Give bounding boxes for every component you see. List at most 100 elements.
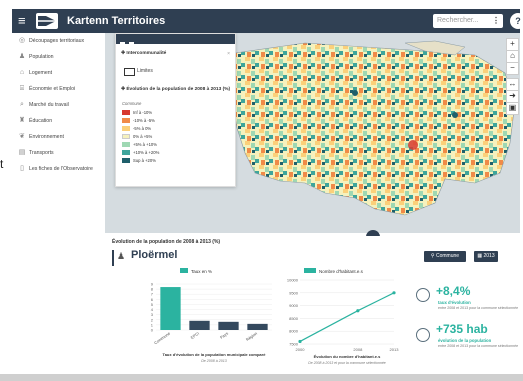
legend-panel: ✚ Intercommunalité × Limites ✚ Évolution… <box>115 33 236 187</box>
menu-icon[interactable] <box>120 42 125 47</box>
y-tick-label: 8 <box>151 287 154 292</box>
x-tick-label: Pays <box>219 331 229 340</box>
chart-title: Évolution du nombre d'habitant.e.s <box>314 354 382 359</box>
x-tick-label: 2008 <box>353 347 363 352</box>
sidebar-item-education[interactable]: ♜ Éducation <box>18 116 52 126</box>
x-tick-label: 2000 <box>296 347 306 352</box>
limits-swatch <box>124 68 135 76</box>
legend-class: Inf à -10% <box>122 110 152 116</box>
y-tick-label: 5 <box>151 302 154 307</box>
x-tick-label: Région <box>245 331 258 342</box>
search-icon: ⌕ <box>20 101 24 108</box>
app-logo <box>36 13 58 29</box>
legend-section-intercommunalite[interactable]: ✚ Intercommunalité <box>121 51 166 56</box>
legend-label: Taux en % <box>191 269 212 274</box>
legend-subtitle: Commune <box>122 101 142 106</box>
cut-off-text: t <box>0 157 4 171</box>
trash-icon[interactable] <box>129 42 134 47</box>
globe-icon: ◎ <box>18 37 26 44</box>
sidebar-item-label: Économie et Emploi <box>29 86 76 92</box>
sidebar-item-label: Environnement <box>29 134 64 140</box>
bar <box>160 287 181 330</box>
sidebar-item-label: Logement <box>29 70 53 76</box>
panel-heading: Évolution de la population de 2008 à 201… <box>112 239 221 245</box>
close-icon[interactable]: × <box>227 51 230 57</box>
legend-class: +5% à +10% <box>122 142 157 148</box>
sidebar: ◎ Découpages territoriaux ♟ Population ⌂ Lo… <box>12 33 105 183</box>
bank-icon: ⌸ <box>19 85 25 92</box>
home-icon: ⌂ <box>19 69 25 76</box>
kpi-pop-label: évolution de la population <box>438 338 492 343</box>
people-icon: ♟ <box>117 251 126 261</box>
population-change-icon <box>416 328 430 342</box>
legend-class: -5% à 0% <box>122 126 151 132</box>
x-tick-label: 2013 <box>390 347 400 352</box>
app-title: Kartenn Territoires <box>67 15 166 27</box>
top-bar: ≡ Kartenn Territoires Rechercher... ⋮ ? <box>12 9 523 33</box>
bar-chart: Taux en % 0123456789 Commune EPCI Pays Région… <box>151 268 272 363</box>
y-tick-label: 9000 <box>289 303 299 308</box>
data-point <box>298 339 302 344</box>
legend-class: 0% à +5% <box>122 134 152 140</box>
close-icon[interactable]: × <box>227 87 230 93</box>
y-tick-label: 1 <box>151 322 154 327</box>
y-tick-label: 4 <box>151 307 154 312</box>
kpi-rate-note: entre 2008 et 2013 pour la commune sélec… <box>438 306 519 310</box>
bar <box>218 321 239 330</box>
data-point <box>392 291 396 295</box>
sidebar-item-transports[interactable]: ▤ Transports <box>18 148 54 158</box>
sidebar-item-decoupages[interactable]: ◎ Découpages territoriaux <box>18 36 84 46</box>
legend-class: Sup à +20% <box>122 158 156 164</box>
chart-title: Taux d'évolution de la population munici… <box>163 352 267 357</box>
sidebar-item-label: Les fiches de l'Observatoire <box>29 166 93 172</box>
search-input[interactable]: Rechercher... ⋮ <box>433 14 503 28</box>
y-tick-label: 7500 <box>289 342 299 347</box>
document-icon: ▯ <box>20 165 24 172</box>
kpi-pop-note: entre 2008 et 2013 pour la commune sélec… <box>438 344 519 348</box>
x-tick-label: EPCI <box>190 331 201 340</box>
graduation-icon: ♜ <box>18 117 26 124</box>
zoom-out-button[interactable]: − <box>506 62 519 75</box>
sidebar-item-label: Éducation <box>29 118 53 124</box>
legend-class: -10% à -5% <box>122 118 155 124</box>
sidebar-item-logement[interactable]: ⌂ Logement <box>18 68 52 78</box>
y-tick-label: 10000 <box>287 278 299 283</box>
y-tick-label: 9 <box>151 282 154 287</box>
commune-button[interactable]: ⚲ Commune <box>424 251 466 262</box>
y-tick-label: 3 <box>151 312 154 317</box>
year-button[interactable]: ▦ 2013 <box>474 251 498 262</box>
leaf-icon: ❦ <box>19 133 25 140</box>
city-accent <box>112 250 114 266</box>
hamburger-menu-icon[interactable]: ≡ <box>18 14 30 28</box>
kpi-rate-value: +8,4% <box>436 284 471 298</box>
bar <box>247 323 268 330</box>
bus-icon: ▤ <box>18 149 26 156</box>
legend-section-evolution[interactable]: ✚ Évolution de la population de 2008 à 2… <box>121 87 230 92</box>
legend-header <box>116 34 235 47</box>
people-icon: ♟ <box>18 53 26 60</box>
sidebar-item-label: Transports <box>29 150 54 156</box>
layers-button[interactable]: ▣ <box>506 102 519 115</box>
city-name: Ploërmel <box>131 249 178 261</box>
chart-subtitle: De 2008 à 2013 <box>201 359 227 363</box>
y-tick-label: 0 <box>151 328 154 333</box>
more-options-icon[interactable]: ⋮ <box>492 14 500 28</box>
chart-subtitle: De 2008 à 2013 et pour la commune sélect… <box>308 361 385 365</box>
help-button[interactable]: ? <box>510 13 523 29</box>
y-tick-label: 8000 <box>289 329 299 334</box>
sidebar-item-economie[interactable]: ⌸ Économie et Emploi <box>18 84 75 94</box>
sidebar-item-environnement[interactable]: ❦ Environnement <box>18 132 64 142</box>
kpi-rate-label: taux d'évolution <box>438 300 471 305</box>
y-tick-label: 9500 <box>289 290 299 295</box>
y-tick-label: 8500 <box>289 316 299 321</box>
evolution-rate-icon <box>416 288 430 302</box>
sidebar-item-population[interactable]: ♟ Population <box>18 52 54 62</box>
search-placeholder: Rechercher... <box>437 17 479 24</box>
sidebar-item-marche-travail[interactable]: ⌕ Marché du travail <box>18 100 69 110</box>
footer-bar <box>0 374 523 381</box>
line-chart: Nombre d'habitant.e.s 7500 8000 8500 9000 950… <box>287 268 400 365</box>
kpi-pop-value: +735 hab <box>436 322 488 336</box>
legend-swatch <box>304 268 316 273</box>
limits-label: Limites <box>137 68 153 74</box>
sidebar-item-fiches[interactable]: ▯ Les fiches de l'Observatoire <box>18 164 93 174</box>
